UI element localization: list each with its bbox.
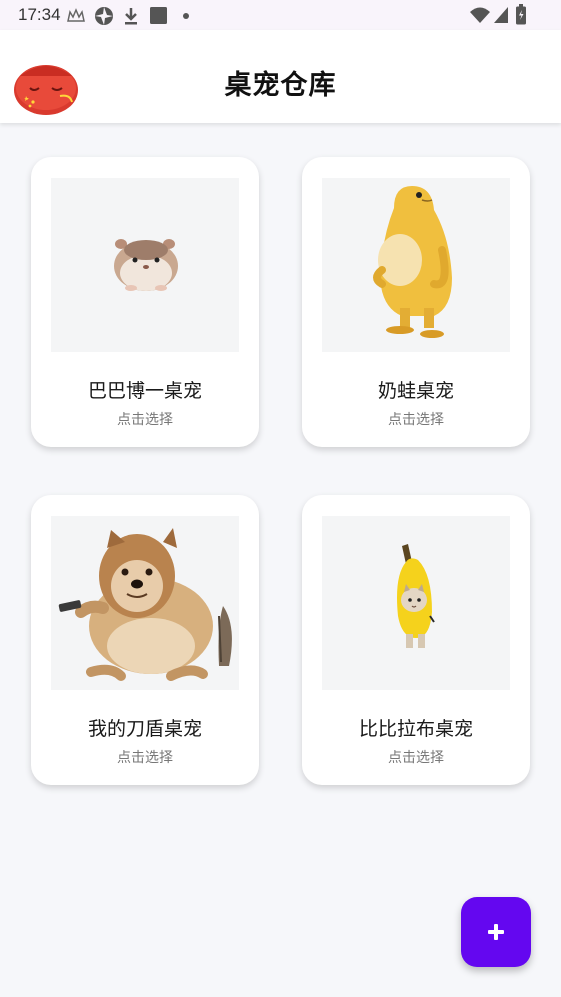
page-title: 桌宠仓库 <box>224 70 337 101</box>
select-hint: 点击选择 <box>117 412 173 428</box>
status-time: 17:34 <box>18 5 61 24</box>
status-bar: 17:34 <box>0 0 561 30</box>
signal-icon <box>494 7 508 23</box>
wifi-icon <box>470 7 490 23</box>
add-pet-button[interactable] <box>461 897 531 967</box>
pet-card[interactable]: 比比拉布桌宠 点击选择 <box>302 495 530 785</box>
select-hint: 点击选择 <box>117 750 173 766</box>
pet-card[interactable]: 奶蛙桌宠 点击选择 <box>302 157 530 447</box>
select-hint: 点击选择 <box>388 750 444 766</box>
pet-name: 比比拉布桌宠 <box>358 718 473 740</box>
pet-card[interactable]: 我的刀盾桌宠 点击选择 <box>31 495 259 785</box>
floating-pet-avatar[interactable] <box>12 58 80 116</box>
pet-card[interactable]: 巴巴博一桌宠 点击选择 <box>31 157 259 447</box>
dot-icon <box>183 13 189 19</box>
vpn-icon <box>95 7 113 25</box>
battery-icon <box>516 4 526 25</box>
pet-name: 我的刀盾桌宠 <box>87 718 202 740</box>
square-icon <box>150 7 167 24</box>
pet-name: 奶蛙桌宠 <box>377 380 454 402</box>
hamster-image <box>51 178 239 352</box>
download-icon <box>125 8 137 25</box>
app-bar: 桌宠仓库 <box>0 30 561 123</box>
yellow-frog-image <box>322 178 510 352</box>
pet-name: 巴巴博一桌宠 <box>87 380 202 402</box>
plus-icon <box>488 924 504 940</box>
crown-icon <box>67 8 85 22</box>
select-hint: 点击选择 <box>388 412 444 428</box>
shiba-doge-image <box>51 516 239 690</box>
banana-cat-image <box>322 516 510 690</box>
